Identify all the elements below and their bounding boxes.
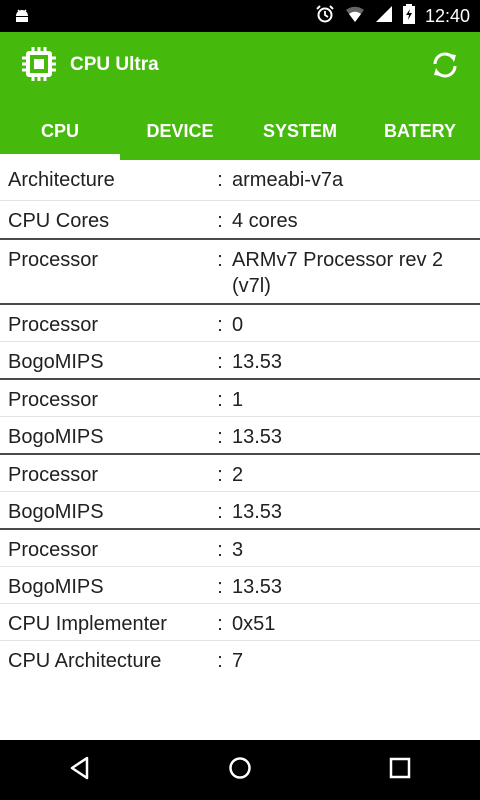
- cpu-info-list: Architecture : armeabi-v7a CPU Cores : 4…: [0, 160, 480, 740]
- tab-bar: CPU DEVICE SYSTEM BATERY: [0, 116, 480, 160]
- row-separator: :: [217, 389, 223, 411]
- info-row-processor: Processor : 2: [0, 455, 480, 492]
- alarm-icon: [315, 4, 335, 29]
- row-value: 13.53: [232, 501, 283, 523]
- info-row-cpu-implementer: CPU Implementer : 0x51: [0, 604, 480, 641]
- navigation-bar: [0, 740, 480, 800]
- row-label: CPU Cores: [8, 210, 110, 232]
- recents-icon[interactable]: [387, 755, 413, 786]
- row-label: Processor: [8, 314, 99, 336]
- tab-cpu[interactable]: CPU: [0, 116, 120, 160]
- row-value: 7: [232, 650, 244, 672]
- info-row-architecture: Architecture : armeabi-v7a: [0, 160, 480, 201]
- info-row-processor: Processor : 0: [0, 305, 480, 342]
- row-label: Processor: [8, 249, 99, 271]
- row-value: 4 cores: [232, 210, 298, 232]
- info-row-processor: Processor : 1: [0, 380, 480, 417]
- row-separator: :: [217, 464, 223, 486]
- row-value: 13.53: [232, 351, 283, 373]
- row-value: 13.53: [232, 426, 283, 448]
- row-value: armeabi-v7a: [232, 169, 344, 191]
- android-debug-icon: [12, 6, 32, 31]
- row-label: BogoMIPS: [8, 426, 104, 448]
- row-label: Processor: [8, 464, 99, 486]
- row-separator: :: [217, 501, 223, 523]
- status-time: 12:40: [424, 5, 470, 26]
- row-value: 0: [232, 314, 244, 336]
- status-bar: 12:40: [0, 0, 480, 32]
- app-title: CPU Ultra: [70, 54, 159, 75]
- info-row-bogomips: BogoMIPS : 13.53: [0, 342, 480, 380]
- app-bar: CPU Ultra CPU DEVICE SYSTEM BATERY: [0, 32, 480, 160]
- row-value: 3: [232, 539, 244, 561]
- cpu-chip-icon: [22, 46, 56, 82]
- row-label: Processor: [8, 539, 99, 561]
- row-separator: :: [217, 314, 223, 336]
- home-icon[interactable]: [227, 755, 253, 786]
- row-separator: :: [217, 650, 223, 672]
- back-icon[interactable]: [67, 755, 93, 786]
- row-value: 2: [232, 464, 244, 486]
- row-separator: :: [217, 249, 223, 271]
- signal-icon: [375, 4, 393, 29]
- row-label: Architecture: [8, 169, 115, 191]
- tab-label: SYSTEM: [262, 121, 337, 141]
- tab-system[interactable]: SYSTEM: [240, 116, 360, 160]
- row-value: 1: [232, 389, 244, 411]
- row-label: BogoMIPS: [8, 576, 104, 598]
- row-label: CPU Implementer: [8, 613, 167, 635]
- info-row-bogomips: BogoMIPS : 13.53: [0, 492, 480, 530]
- info-row-processor: Processor : 3: [0, 530, 480, 567]
- row-separator: :: [217, 351, 223, 373]
- tab-label: DEVICE: [146, 121, 214, 141]
- row-label: Processor: [8, 389, 99, 411]
- row-separator: :: [217, 576, 223, 598]
- tab-device[interactable]: DEVICE: [120, 116, 240, 160]
- info-row-bogomips: BogoMIPS : 13.53: [0, 417, 480, 455]
- row-label: BogoMIPS: [8, 501, 104, 523]
- tab-battery[interactable]: BATERY: [360, 116, 480, 160]
- tab-label: CPU: [40, 121, 79, 141]
- battery-icon: [402, 3, 415, 29]
- row-value: 13.53: [232, 576, 283, 598]
- wifi-icon: [345, 4, 365, 29]
- row-value: ARMv7 Processor rev 2 (v7l): [232, 249, 444, 297]
- row-separator: :: [217, 210, 223, 232]
- row-label: BogoMIPS: [8, 351, 104, 373]
- info-row-bogomips: BogoMIPS : 13.53: [0, 567, 480, 604]
- info-row-cpu-cores: CPU Cores : 4 cores: [0, 201, 480, 240]
- row-value: 0x51: [232, 613, 276, 635]
- info-row-cpu-architecture: CPU Architecture : 7: [0, 641, 480, 677]
- row-separator: :: [217, 169, 223, 191]
- row-separator: :: [217, 426, 223, 448]
- tab-label: BATERY: [384, 121, 456, 141]
- info-row-processor-name: Processor : ARMv7 Processor rev 2 (v7l): [0, 240, 480, 305]
- refresh-icon[interactable]: [430, 50, 460, 80]
- row-separator: :: [217, 539, 223, 561]
- row-label: CPU Architecture: [8, 650, 162, 672]
- row-separator: :: [217, 613, 223, 635]
